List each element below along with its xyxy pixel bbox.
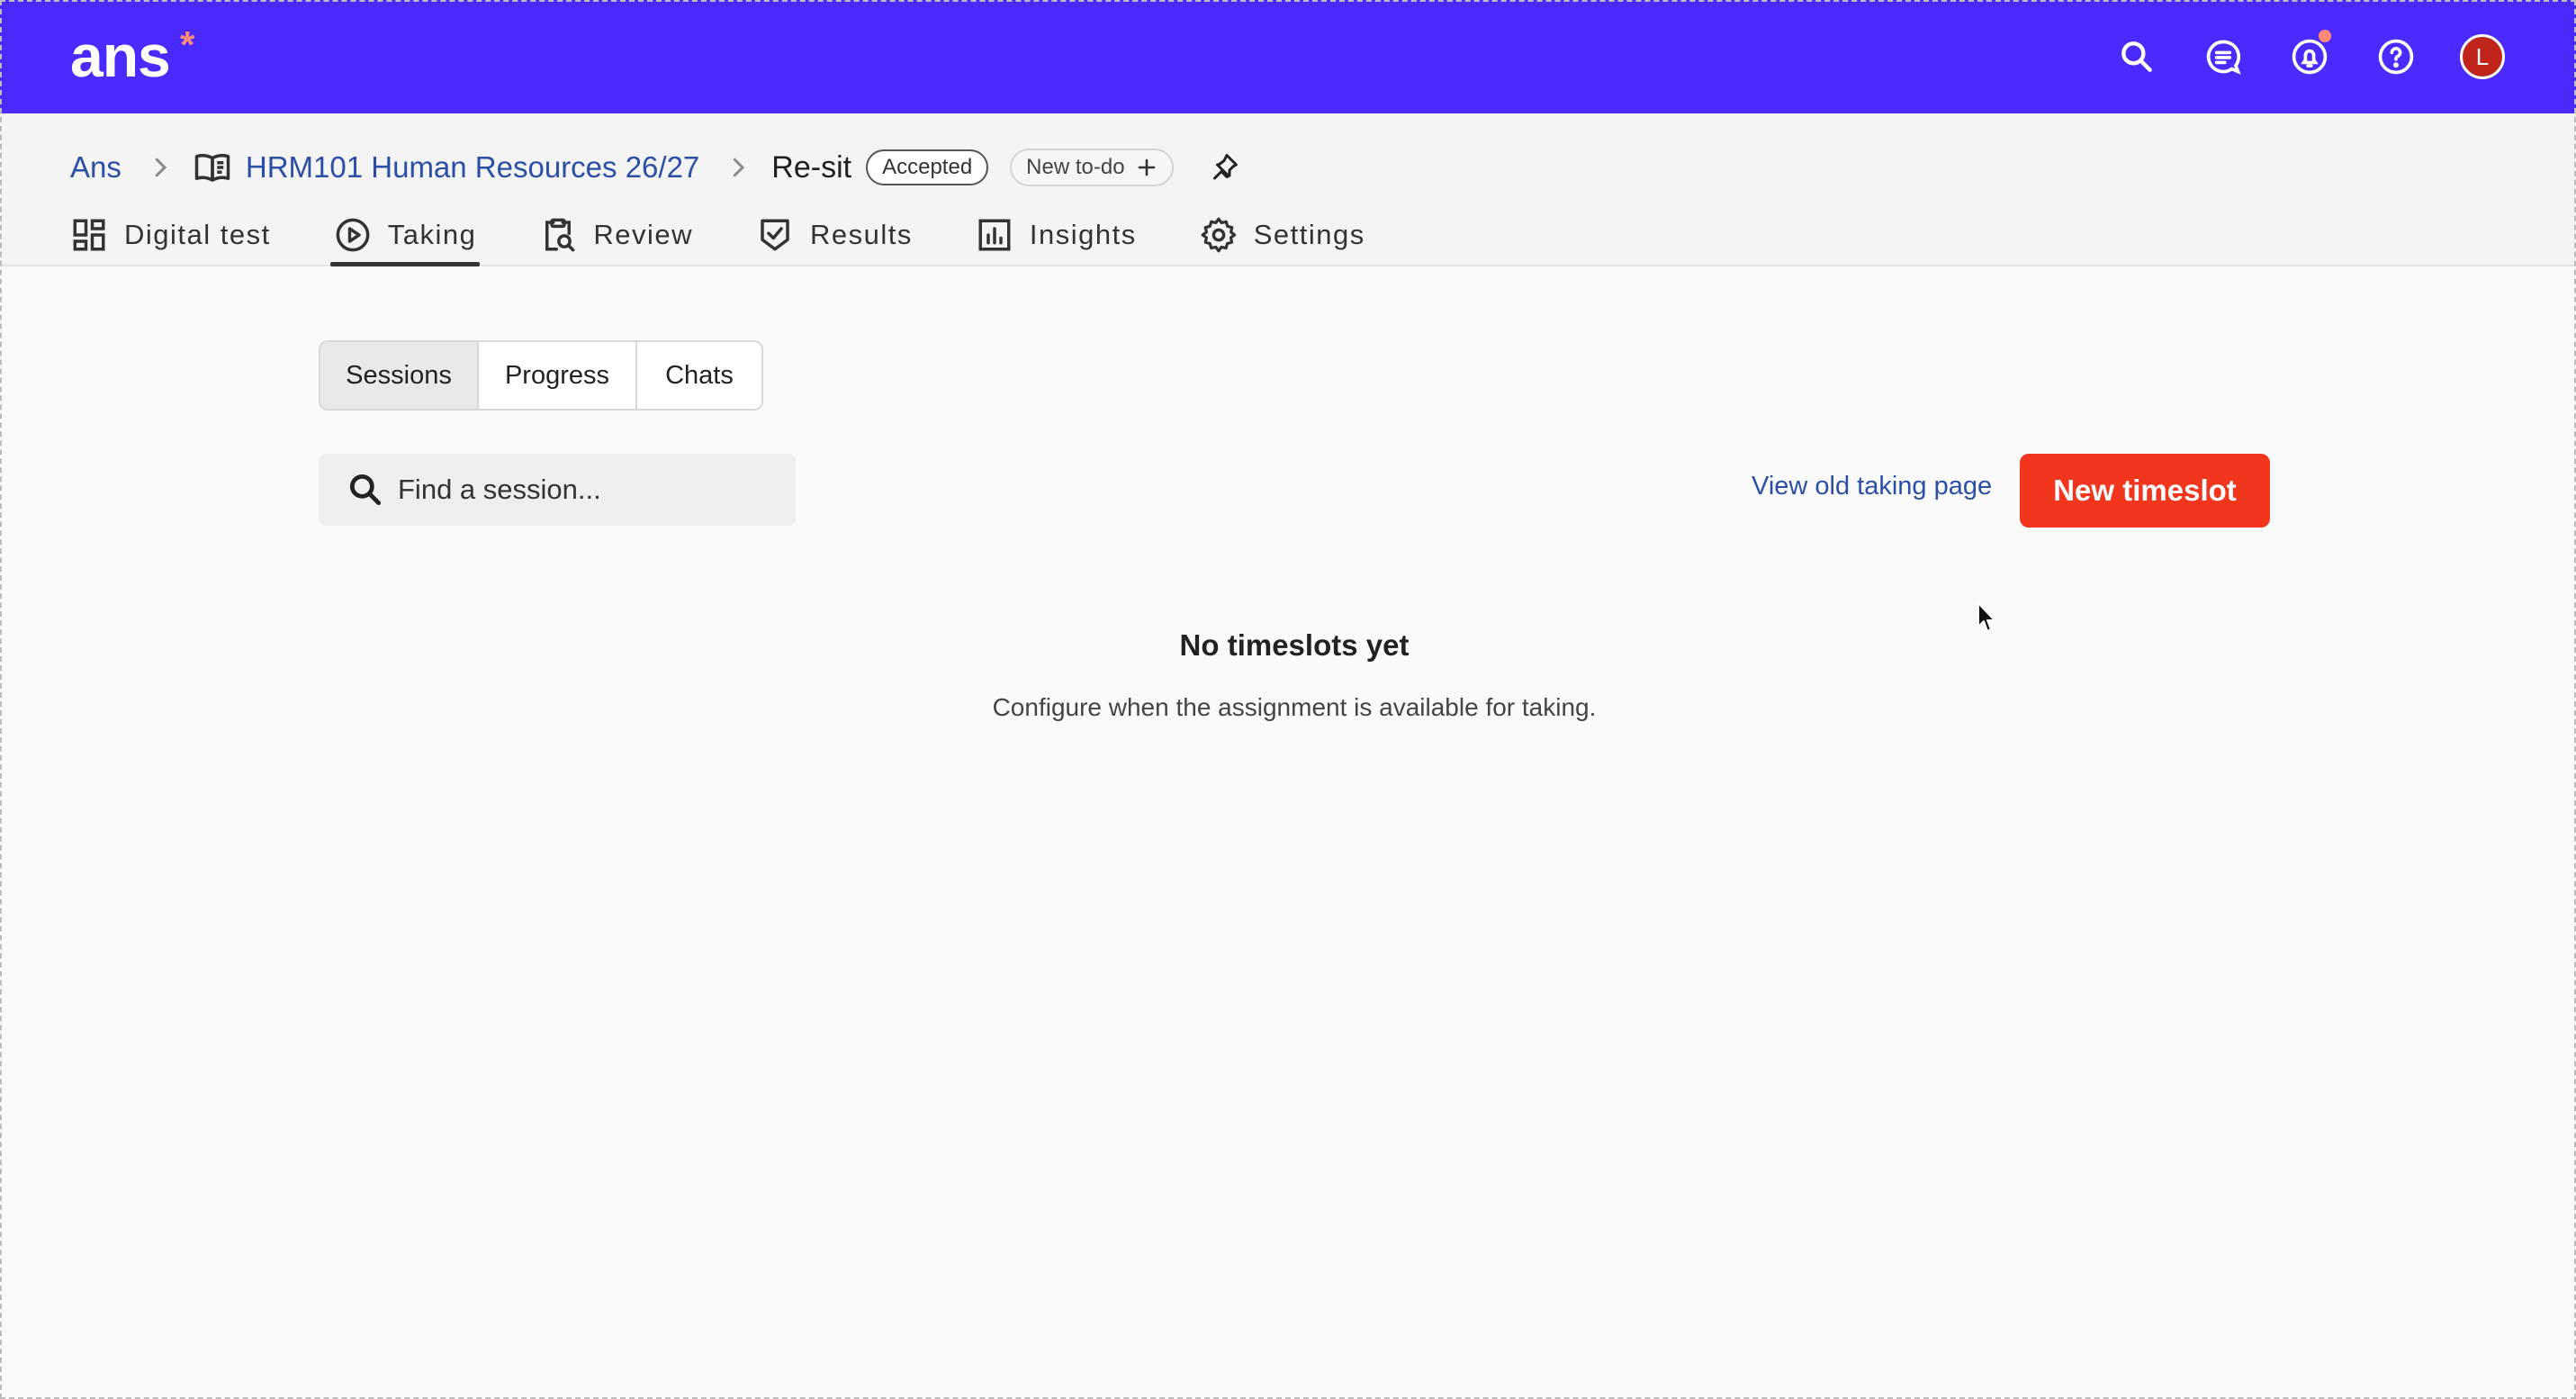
- subtab-sessions[interactable]: Sessions: [320, 342, 479, 409]
- play-circle-icon: [336, 218, 370, 252]
- tab-insights[interactable]: Insights: [976, 203, 1137, 266]
- chat-icon[interactable]: [2200, 33, 2247, 80]
- pin-icon[interactable]: [1208, 151, 1240, 184]
- user-avatar[interactable]: L: [2460, 34, 2505, 79]
- subtab-progress[interactable]: Progress: [479, 342, 637, 409]
- search-input[interactable]: [398, 474, 776, 506]
- ans-logo[interactable]: ans: [70, 22, 171, 90]
- breadcrumb: Ans HRM101 Human Resources 26/27 Re-sit …: [70, 140, 1240, 194]
- tab-taking[interactable]: Taking: [329, 203, 480, 266]
- mouse-cursor-icon: [1977, 602, 1995, 632]
- tab-digital-test[interactable]: Digital test: [70, 203, 271, 266]
- plus-icon: [1138, 158, 1155, 176]
- breadcrumb-course-link[interactable]: HRM101 Human Resources 26/27: [246, 150, 699, 185]
- tab-settings[interactable]: Settings: [1200, 203, 1365, 266]
- new-todo-label: New to-do: [1026, 155, 1125, 179]
- search-icon[interactable]: [2113, 33, 2160, 80]
- view-switcher: Sessions Progress Chats: [319, 340, 763, 411]
- tab-label: Review: [593, 219, 693, 250]
- grid-icon: [73, 219, 105, 251]
- empty-state-title: No timeslots yet: [1179, 628, 1410, 662]
- view-old-taking-page-link[interactable]: View old taking page: [1752, 472, 1992, 501]
- tab-label: Settings: [1253, 219, 1365, 250]
- clipboard-search-icon: [545, 218, 575, 252]
- main-tabs: Digital test Taking Review Results Insig…: [70, 203, 1428, 266]
- tab-label: Digital test: [124, 219, 271, 250]
- tab-label: Insights: [1029, 219, 1137, 250]
- notification-bell-icon[interactable]: [2286, 30, 2333, 80]
- empty-state-subtitle: Configure when the assignment is availab…: [992, 693, 1597, 721]
- top-navigation-bar: ans * L: [0, 0, 2576, 113]
- session-search: [319, 454, 796, 526]
- page-header: Ans HRM101 Human Resources 26/27 Re-sit …: [0, 113, 2576, 266]
- check-badge-icon: [761, 219, 789, 251]
- gear-icon: [1201, 217, 1236, 253]
- logo-asterisk: *: [180, 23, 195, 66]
- breadcrumb-root-link[interactable]: Ans: [70, 150, 122, 185]
- tab-review[interactable]: Review: [539, 203, 693, 266]
- new-todo-button[interactable]: New to-do: [1010, 149, 1174, 186]
- help-icon[interactable]: [2373, 33, 2419, 80]
- bar-chart-icon: [978, 219, 1011, 251]
- subtab-chats[interactable]: Chats: [637, 342, 761, 409]
- status-badge[interactable]: Accepted: [866, 149, 989, 185]
- tab-label: Results: [810, 219, 913, 250]
- book-icon: [194, 149, 231, 186]
- search-icon: [349, 474, 382, 506]
- tab-results[interactable]: Results: [756, 203, 913, 266]
- new-timeslot-button[interactable]: New timeslot: [2020, 454, 2270, 528]
- notification-dot: [2319, 30, 2331, 42]
- chevron-right-icon: [147, 154, 174, 181]
- tab-label: Taking: [387, 219, 477, 250]
- breadcrumb-current: Re-sit: [771, 149, 852, 185]
- chevron-right-icon: [725, 154, 752, 181]
